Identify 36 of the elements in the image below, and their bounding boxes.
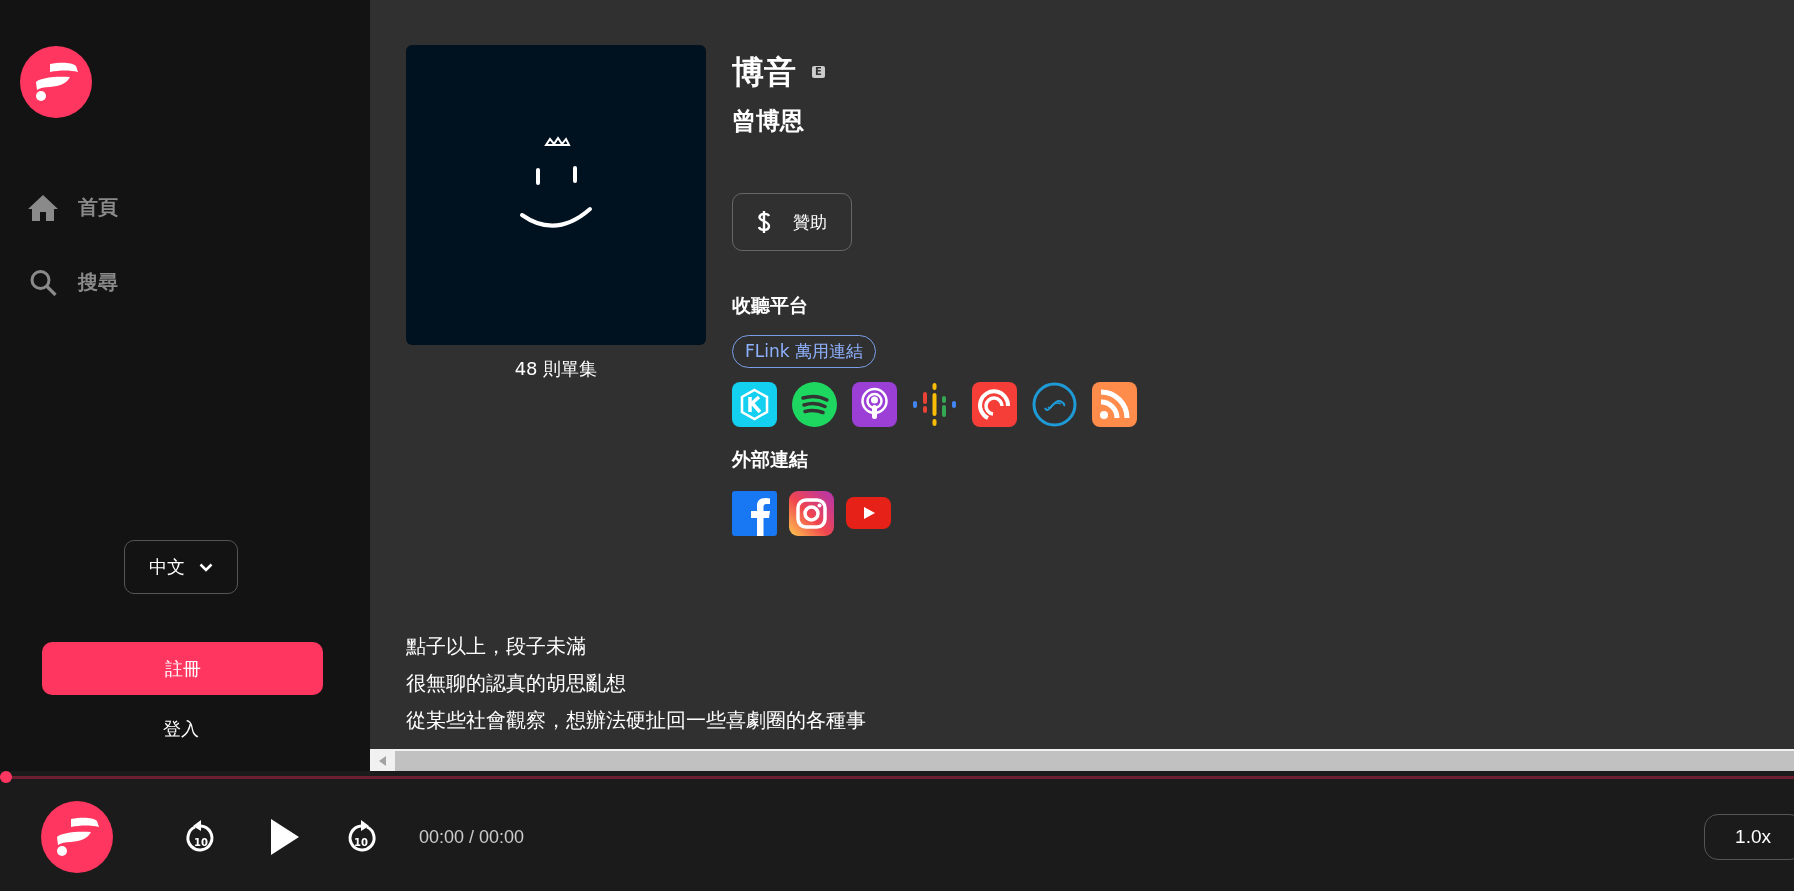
language-dropdown[interactable]: 中文: [124, 540, 238, 594]
playback-time: 00:00 / 00:00: [419, 826, 525, 848]
section-heading: 外部連結: [732, 447, 808, 473]
wave-ring-icon[interactable]: [1032, 382, 1077, 428]
nav-item[interactable]: 首頁: [28, 194, 118, 221]
chevron-down-icon: [199, 562, 213, 572]
author-name: 曾博恩: [732, 106, 804, 138]
sponsor-button[interactable]: 贊助: [732, 193, 852, 252]
horizontal-scrollbar[interactable]: [370, 749, 1794, 771]
register-button[interactable]: 註冊: [42, 642, 323, 695]
login-button[interactable]: 登入: [163, 717, 199, 741]
podcast-title: 博音: [732, 53, 796, 92]
arc-icon[interactable]: [972, 382, 1017, 428]
app-logo[interactable]: [20, 46, 92, 118]
camera-icon[interactable]: [789, 491, 834, 537]
skip-forward-button[interactable]: 10: [345, 819, 377, 855]
nav-item[interactable]: 搜尋: [28, 269, 118, 296]
episode-count: 48 則單集: [514, 357, 598, 381]
dotted-bars-icon[interactable]: [912, 382, 957, 428]
skip-back-button[interactable]: 10: [185, 819, 217, 855]
f-letter-icon[interactable]: [732, 491, 777, 537]
explicit-badge: E: [812, 66, 825, 79]
app-logo[interactable]: [41, 801, 113, 873]
stripes-circle-icon[interactable]: [792, 382, 837, 428]
home-icon: [28, 194, 58, 221]
progress-thumb[interactable]: [0, 771, 12, 783]
speed-button[interactable]: 1.0x: [1704, 814, 1794, 860]
section-heading: 收聽平台: [732, 293, 808, 319]
description-line: 很無聊的認真的胡思亂想: [406, 670, 627, 697]
description-line: 從某些社會觀察，想辦法硬扯回一些喜劇圈的各種事: [406, 707, 867, 734]
dollar-icon: [757, 210, 771, 235]
description-line: 點子以上，段子未滿: [406, 633, 587, 660]
podcast-icon[interactable]: [852, 382, 897, 428]
progress-track[interactable]: [0, 771, 1794, 783]
rss-icon[interactable]: [1092, 382, 1137, 428]
search-icon: [28, 269, 58, 296]
